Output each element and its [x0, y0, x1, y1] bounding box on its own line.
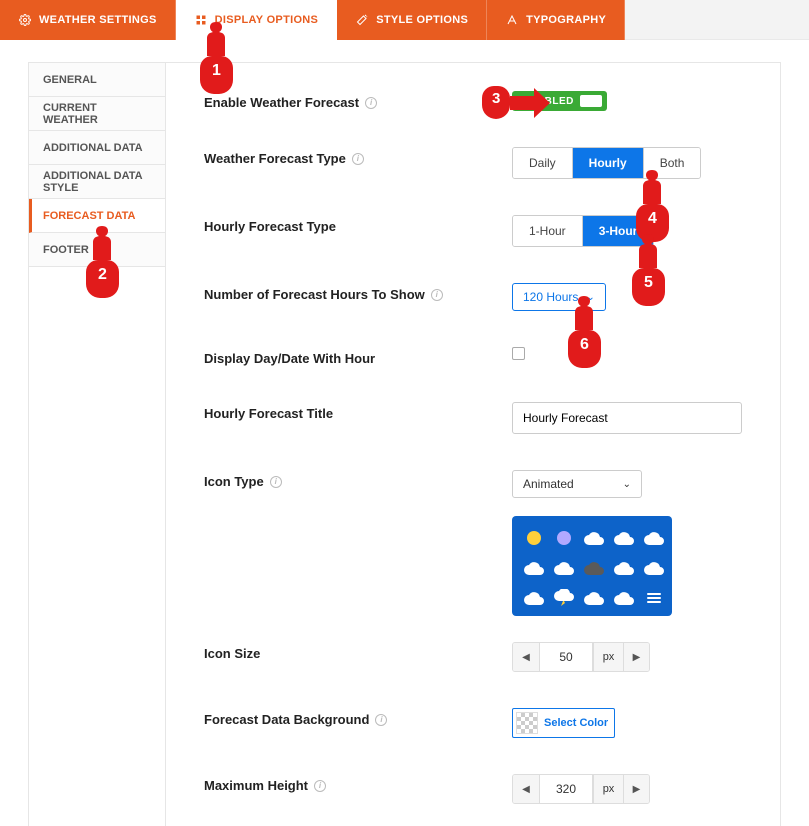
form-content: Enable Weather Forecast i ENABLED Weathe…: [166, 63, 780, 826]
stepper-increment[interactable]: ▶: [623, 643, 649, 671]
tab-weather-settings[interactable]: WEATHER SETTINGS: [0, 0, 176, 40]
grid-icon: [194, 13, 208, 27]
sidebar-item-label: GENERAL: [43, 74, 97, 86]
cloud-icon: [614, 558, 634, 578]
tab-style-options[interactable]: STYLE OPTIONS: [337, 0, 487, 40]
info-icon: i: [431, 289, 443, 301]
sidebar-item-label: ADDITIONAL DATA STYLE: [43, 170, 151, 194]
select-value: Animated: [523, 477, 574, 491]
field-label: Icon Type: [204, 474, 264, 489]
tab-label: STYLE OPTIONS: [376, 14, 468, 26]
sidebar-item-forecast-data[interactable]: FORECAST DATA: [29, 199, 165, 233]
field-label: Maximum Height: [204, 778, 308, 793]
stepper-increment[interactable]: ▶: [623, 775, 649, 803]
info-icon: i: [270, 476, 282, 488]
transparency-swatch: [516, 712, 538, 734]
forecast-type-daily[interactable]: Daily: [513, 148, 572, 178]
max-height-stepper: ◀ 320 px ▶: [512, 774, 650, 804]
tab-spacer: [625, 0, 809, 40]
chevron-down-icon: ⌄: [623, 479, 631, 490]
hourly-type-1hour[interactable]: 1-Hour: [513, 216, 582, 246]
field-label: Number of Forecast Hours To Show: [204, 287, 425, 302]
icon-type-select[interactable]: Animated ⌄: [512, 470, 642, 498]
color-picker-label: Select Color: [544, 717, 608, 729]
cloud-icon: [614, 588, 634, 608]
icon-type-preview: [512, 516, 672, 616]
font-icon: [505, 13, 519, 27]
fog-lines-icon: [644, 588, 664, 608]
hourly-type-3hour[interactable]: 3-Hour: [582, 216, 654, 246]
info-icon: i: [352, 153, 364, 165]
tab-label: TYPOGRAPHY: [526, 14, 606, 26]
forecast-type-both[interactable]: Both: [643, 148, 701, 178]
cloud-icon: [614, 528, 634, 548]
field-label: Enable Weather Forecast: [204, 95, 359, 110]
sidebar-item-label: CURRENT WEATHER: [43, 102, 151, 126]
forecast-type-group: Daily Hourly Both: [512, 147, 701, 179]
forecast-type-hourly[interactable]: Hourly: [572, 148, 643, 178]
info-icon: i: [365, 97, 377, 109]
toggle-knob: [580, 95, 602, 107]
hours-to-show-select[interactable]: 120 Hours ⌄: [512, 283, 606, 311]
stepper-unit: px: [593, 643, 623, 671]
enable-forecast-toggle[interactable]: ENABLED: [512, 91, 607, 111]
sidebar-item-footer[interactable]: FOOTER: [29, 233, 165, 267]
info-icon: i: [375, 714, 387, 726]
sun-icon: [524, 528, 544, 548]
hourly-title-input[interactable]: [512, 402, 742, 434]
field-label: Hourly Forecast Title: [204, 406, 333, 421]
forecast-bg-color-picker[interactable]: Select Color: [512, 708, 615, 738]
stepper-decrement[interactable]: ◀: [513, 643, 539, 671]
cloud-icon: [554, 558, 574, 578]
cloud-icon: [584, 528, 604, 548]
stepper-decrement[interactable]: ◀: [513, 775, 539, 803]
tab-label: DISPLAY OPTIONS: [215, 14, 319, 26]
sidebar-item-label: FOOTER: [43, 244, 89, 256]
select-value: 120 Hours: [523, 290, 578, 304]
gear-icon: [18, 13, 32, 27]
stepper-value[interactable]: 50: [539, 643, 593, 671]
stepper-unit: px: [593, 775, 623, 803]
chevron-down-icon: ⌄: [586, 292, 594, 303]
field-label: Forecast Data Background: [204, 712, 369, 727]
tab-label: WEATHER SETTINGS: [39, 14, 157, 26]
storm-cloud-icon: [554, 588, 574, 608]
tab-typography[interactable]: TYPOGRAPHY: [487, 0, 625, 40]
side-nav: GENERAL CURRENT WEATHER ADDITIONAL DATA …: [29, 63, 166, 826]
tab-display-options[interactable]: DISPLAY OPTIONS: [176, 0, 338, 40]
toggle-label: ENABLED: [522, 96, 574, 107]
dark-cloud-icon: [584, 558, 604, 578]
info-icon: i: [314, 780, 326, 792]
sidebar-item-additional-data[interactable]: ADDITIONAL DATA: [29, 131, 165, 165]
sidebar-item-label: ADDITIONAL DATA: [43, 142, 143, 154]
display-date-checkbox[interactable]: [512, 347, 525, 360]
cloud-icon: [644, 558, 664, 578]
sidebar-item-general[interactable]: GENERAL: [29, 63, 165, 97]
field-label: Icon Size: [204, 646, 260, 661]
field-label: Hourly Forecast Type: [204, 219, 336, 234]
wand-icon: [355, 13, 369, 27]
top-tabs: WEATHER SETTINGS DISPLAY OPTIONS STYLE O…: [0, 0, 809, 40]
sidebar-item-additional-data-style[interactable]: ADDITIONAL DATA STYLE: [29, 165, 165, 199]
field-label: Weather Forecast Type: [204, 151, 346, 166]
sidebar-item-label: FORECAST DATA: [43, 210, 135, 222]
cloud-icon: [584, 588, 604, 608]
hourly-type-group: 1-Hour 3-Hour: [512, 215, 654, 247]
cloud-icon: [644, 528, 664, 548]
icon-size-stepper: ◀ 50 px ▶: [512, 642, 650, 672]
cloud-icon: [524, 588, 544, 608]
moon-icon: [554, 528, 574, 548]
stepper-value[interactable]: 320: [539, 775, 593, 803]
cloud-icon: [524, 558, 544, 578]
sidebar-item-current-weather[interactable]: CURRENT WEATHER: [29, 97, 165, 131]
field-label: Display Day/Date With Hour: [204, 351, 375, 366]
